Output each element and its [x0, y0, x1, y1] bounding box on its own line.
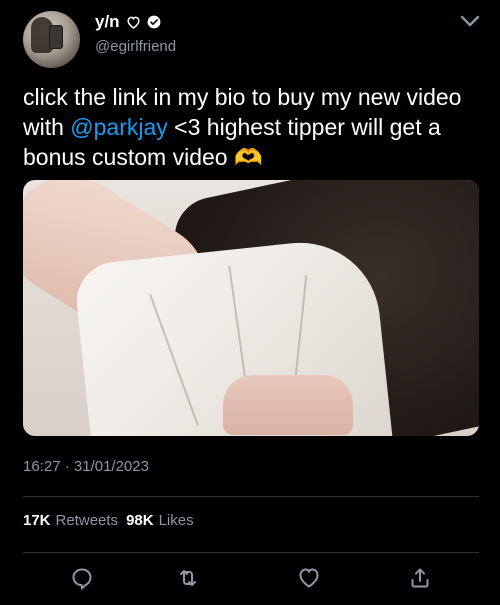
tweet-time: 16:27 — [23, 458, 61, 475]
share-icon[interactable] — [408, 566, 432, 590]
tweet-actions-bar — [0, 566, 500, 594]
tweet-stats: 17K Retweets 98K Likes — [23, 512, 194, 530]
retweets-count: 17K — [23, 512, 51, 529]
likes-label: Likes — [158, 512, 194, 529]
tweet-date: 31/01/2023 — [73, 458, 149, 475]
divider — [23, 552, 479, 553]
author-name-row[interactable]: y/n — [95, 12, 161, 32]
chevron-down-icon[interactable] — [458, 12, 482, 30]
heart-outline-icon — [126, 15, 141, 29]
likes-stat[interactable]: 98K Likes — [126, 512, 194, 530]
verified-badge-icon — [147, 15, 161, 29]
author-handle[interactable]: @egirlfriend — [95, 38, 176, 56]
tweet-card: y/n @egirlfriend click the link in my bi… — [0, 0, 500, 605]
tweet-media-image[interactable] — [23, 180, 479, 436]
likes-count: 98K — [126, 512, 154, 529]
timestamp-separator: · — [64, 458, 70, 475]
avatar[interactable] — [23, 11, 80, 68]
tweet-text: click the link in my bio to buy my new v… — [23, 82, 485, 172]
avatar-phone — [49, 25, 63, 49]
retweet-icon[interactable] — [176, 566, 200, 590]
divider — [23, 496, 479, 497]
reply-icon[interactable] — [70, 566, 94, 590]
media-hand — [223, 375, 353, 435]
like-icon[interactable] — [297, 566, 321, 590]
display-name[interactable]: y/n — [95, 12, 120, 32]
mention-link[interactable]: @parkjay — [70, 114, 168, 140]
tweet-timestamp[interactable]: 16:27 · 31/01/2023 — [23, 458, 149, 476]
retweets-label: Retweets — [55, 512, 119, 529]
retweets-stat[interactable]: 17K Retweets — [23, 512, 118, 530]
heart-hands-emoji: 🫶 — [233, 144, 263, 170]
